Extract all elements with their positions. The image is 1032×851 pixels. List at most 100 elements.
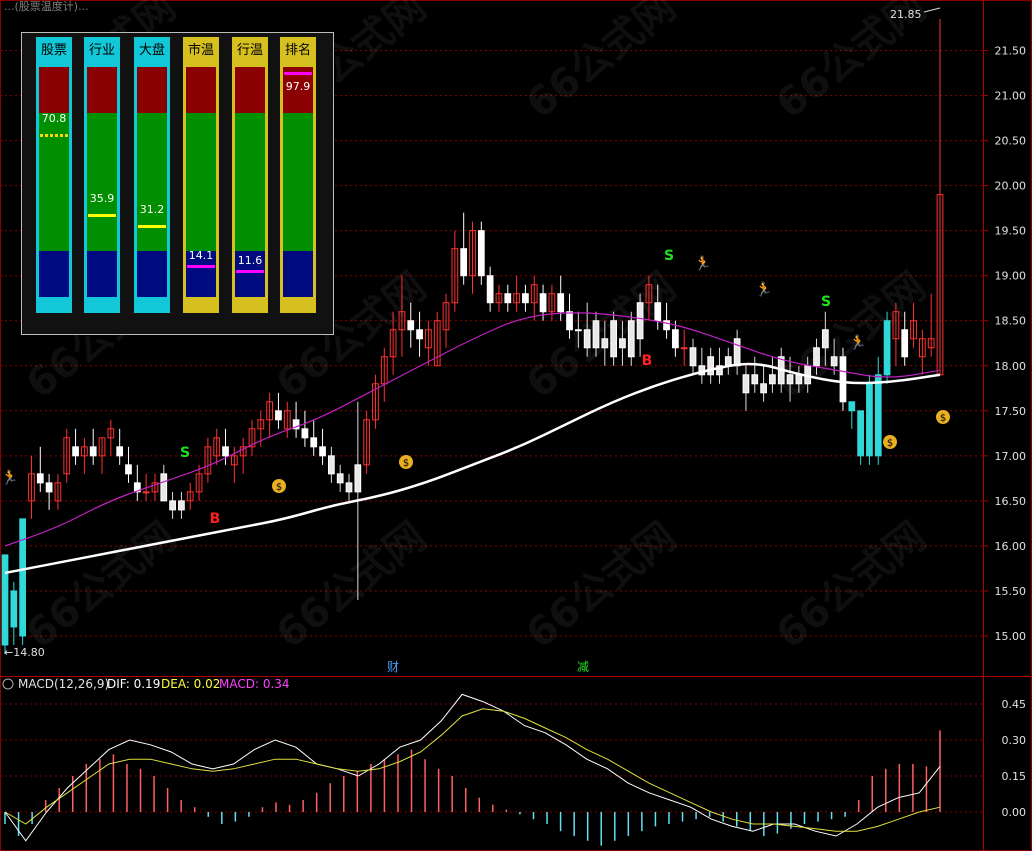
event-marker-finance: 财 xyxy=(387,660,399,674)
candle-body xyxy=(760,383,767,394)
candle-body xyxy=(504,293,512,304)
temp-level-marker xyxy=(138,225,166,229)
candle-body xyxy=(460,248,468,277)
price-tick-label: 19.50 xyxy=(995,225,1027,238)
candle-body xyxy=(116,446,124,457)
macd-tick-label: 0.30 xyxy=(1002,734,1027,747)
price-tick-label: 16.00 xyxy=(995,540,1027,553)
candle-body xyxy=(557,293,565,313)
candle-body xyxy=(583,329,591,349)
temp-zone-normal xyxy=(137,113,167,251)
temp-column-label: 股票 xyxy=(40,43,67,58)
temp-column-body: 70.8 xyxy=(36,65,72,313)
candle-body xyxy=(486,275,494,304)
macd-tick-label: 0.15 xyxy=(1002,770,1027,783)
temp-level-marker xyxy=(236,270,264,274)
temp-zone-normal xyxy=(235,113,265,251)
runner-icon: 🏃 xyxy=(849,334,866,351)
temp-level-marker xyxy=(284,71,312,75)
moneybag-icon-glyph: $ xyxy=(887,438,893,449)
temp-zone-normal xyxy=(186,113,216,251)
candle-body xyxy=(275,410,282,421)
candle-body xyxy=(142,491,150,494)
candle-body xyxy=(795,374,803,385)
price-tick-label: 15.00 xyxy=(995,630,1027,643)
watermark: 66公式网 xyxy=(518,0,685,128)
temp-column-label: 大盘 xyxy=(138,43,165,58)
temperature-panel: 股票 70.8 行业 35.9 大盘 31.2 市温 14.1 行温 11.6 … xyxy=(21,32,334,335)
candle-body xyxy=(654,302,662,322)
temp-zone-cold xyxy=(137,251,167,297)
runner-icon: 🏃 xyxy=(1,469,18,486)
candle-body xyxy=(539,293,547,313)
buy-signal-marker: B xyxy=(642,353,653,369)
candle-body xyxy=(866,383,873,457)
candle-body xyxy=(610,320,617,358)
candle-body xyxy=(619,338,626,349)
temp-column-3: 大盘 31.2 xyxy=(134,37,170,313)
header-text: ...(股票温度计)... xyxy=(4,0,89,13)
temp-column-6: 排名 97.9 xyxy=(280,37,316,313)
collapse-icon xyxy=(2,678,14,690)
price-tick-label: 18.50 xyxy=(995,315,1027,328)
temp-value: 97.9 xyxy=(285,79,311,93)
candle-body xyxy=(10,590,18,628)
candle-body xyxy=(636,302,644,340)
candle-body xyxy=(72,446,79,457)
temp-column-body: 14.1 xyxy=(183,65,219,313)
temp-value: 11.6 xyxy=(237,254,263,268)
candle-body xyxy=(19,518,27,637)
candle-body xyxy=(601,338,609,349)
candle-body xyxy=(416,329,423,340)
temp-value: 35.9 xyxy=(89,192,115,206)
candle-body xyxy=(751,374,759,385)
temp-zone-cold xyxy=(283,251,313,297)
candle-body xyxy=(1,554,9,646)
temp-column-label: 排名 xyxy=(284,43,311,58)
price-tick-label: 17.00 xyxy=(995,450,1027,463)
macd-dea-line xyxy=(4,708,941,832)
runner-icon: 🏃 xyxy=(755,281,772,298)
moneybag-icon-glyph: $ xyxy=(403,458,409,469)
event-marker-reduce: 减 xyxy=(577,660,589,674)
temp-value: 70.8 xyxy=(41,112,67,126)
candle-body xyxy=(319,446,326,457)
candle-body xyxy=(821,329,829,349)
macd-tick-label: 0.00 xyxy=(1002,806,1027,819)
candle-body xyxy=(45,482,53,493)
candle-body xyxy=(301,428,309,439)
price-tick-label: 19.00 xyxy=(995,270,1027,283)
price-min-label: ←14.80 xyxy=(4,646,45,659)
price-tick-label: 16.50 xyxy=(995,495,1027,508)
temp-column-1: 股票 70.8 xyxy=(36,37,72,313)
candle-body xyxy=(592,320,600,349)
price-tick-label: 21.00 xyxy=(995,90,1027,103)
candle-body xyxy=(354,464,362,493)
price-tick-label: 20.00 xyxy=(995,180,1027,193)
candle-body xyxy=(830,356,838,367)
price-tick-label: 20.50 xyxy=(995,135,1027,148)
temp-column-5: 行温 11.6 xyxy=(232,37,268,313)
temp-column-body: 35.9 xyxy=(84,65,120,313)
temp-level-marker xyxy=(187,264,215,268)
macd-dif-label: DIF: 0.19 xyxy=(107,677,160,691)
temp-column-4: 市温 14.1 xyxy=(183,37,219,313)
temp-column-body: 97.9 xyxy=(280,65,316,313)
candle-body xyxy=(574,329,582,332)
temp-value: 31.2 xyxy=(139,203,165,217)
candle-body xyxy=(839,356,847,403)
candle-body xyxy=(169,500,176,511)
temp-zone-hot xyxy=(39,67,69,113)
price-max-label: 21.85 xyxy=(890,8,922,21)
macd-value-label: MACD: 0.34 xyxy=(219,677,290,691)
temp-zone-normal xyxy=(87,113,117,251)
temp-zone-hot xyxy=(235,67,265,113)
temp-column-2: 行业 35.9 xyxy=(84,37,120,313)
candle-body xyxy=(901,329,909,358)
price-tick-label: 21.50 xyxy=(995,45,1027,58)
candle-body xyxy=(345,482,353,493)
sell-signal-marker: S xyxy=(821,294,831,310)
candle-body xyxy=(857,410,864,457)
temp-zone-hot xyxy=(186,67,216,113)
temp-zone-hot xyxy=(137,67,167,113)
